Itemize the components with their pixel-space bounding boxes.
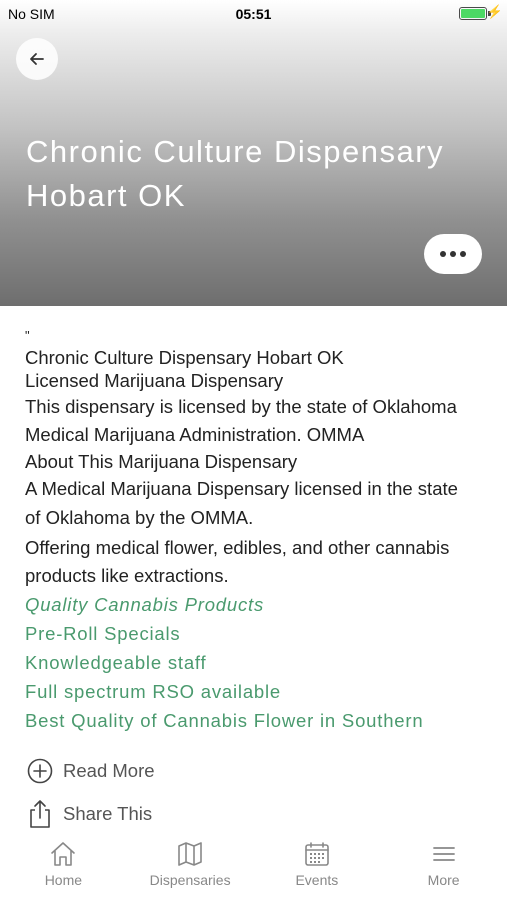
tab-dispensaries[interactable]: Dispensaries bbox=[127, 834, 254, 900]
clock: 05:51 bbox=[235, 6, 272, 22]
description-section: " Chronic Culture Dispensary Hobart OK L… bbox=[25, 320, 485, 735]
home-icon bbox=[51, 842, 76, 866]
description-line: Offering medical flower, edibles, and ot… bbox=[25, 537, 450, 558]
quote-mark: " bbox=[25, 328, 30, 343]
read-more-label: Read More bbox=[63, 760, 155, 781]
back-arrow-icon bbox=[30, 53, 44, 65]
highlight-item: Full spectrum RSO available bbox=[25, 681, 282, 702]
tab-more-label: More bbox=[427, 872, 460, 888]
share-icon bbox=[30, 800, 50, 828]
share-button[interactable]: Share This bbox=[27, 799, 152, 829]
header-banner: Chronic Culture Dispensary Hobart OK bbox=[0, 0, 507, 306]
description-line: Medical Marijuana Administration. OMMA bbox=[25, 424, 365, 445]
back-button[interactable] bbox=[16, 38, 58, 80]
plus-circle-icon bbox=[27, 758, 53, 784]
more-options-button[interactable] bbox=[424, 234, 482, 274]
description-line: of Oklahoma by the OMMA. bbox=[25, 507, 254, 528]
status-bar: No SIM 05:51 ⚡ bbox=[0, 0, 507, 28]
description-text: Chronic Culture Dispensary Hobart OK Lic… bbox=[25, 346, 485, 590]
highlights-list: Quality Cannabis Products Pre-Roll Speci… bbox=[25, 590, 485, 735]
map-icon bbox=[178, 842, 202, 866]
tab-home[interactable]: Home bbox=[0, 834, 127, 900]
calendar-icon bbox=[305, 842, 329, 866]
more-dot bbox=[450, 251, 456, 257]
description-line: A Medical Marijuana Dispensary licensed … bbox=[25, 478, 458, 499]
highlight-item: Pre-Roll Specials bbox=[25, 623, 181, 644]
description-line: About This Marijuana Dispensary bbox=[25, 451, 298, 472]
description-line: Licensed Marijuana Dispensary bbox=[25, 370, 284, 391]
page-title: Chronic Culture Dispensary Hobart OK bbox=[26, 130, 476, 218]
title-line-1: Chronic Culture Dispensary bbox=[26, 134, 445, 169]
highlight-item: Quality Cannabis Products bbox=[25, 594, 265, 615]
more-dot bbox=[460, 251, 466, 257]
charging-bolt-icon: ⚡ bbox=[486, 4, 503, 19]
description-line: Chronic Culture Dispensary Hobart OK bbox=[25, 347, 344, 368]
tab-events[interactable]: Events bbox=[254, 834, 381, 900]
battery-level bbox=[461, 9, 485, 18]
battery-icon bbox=[459, 7, 487, 20]
tab-bar: Home Dispensaries Events More bbox=[0, 834, 507, 900]
read-more-button[interactable]: Read More bbox=[27, 758, 155, 784]
menu-icon bbox=[432, 847, 455, 861]
highlight-item: Knowledgeable staff bbox=[25, 652, 207, 673]
title-line-2: Hobart OK bbox=[26, 178, 186, 213]
tab-home-label: Home bbox=[44, 872, 83, 888]
description-line: products like extractions. bbox=[25, 565, 229, 586]
tab-dispensaries-label: Dispensaries bbox=[149, 872, 231, 888]
highlight-item: Best Quality of Cannabis Flower in South… bbox=[25, 710, 424, 731]
tab-events-label: Events bbox=[295, 872, 339, 888]
share-label: Share This bbox=[63, 803, 153, 824]
description-line: This dispensary is licensed by the state… bbox=[25, 396, 457, 417]
tab-more[interactable]: More bbox=[380, 834, 507, 900]
more-dots-icon bbox=[440, 251, 446, 257]
